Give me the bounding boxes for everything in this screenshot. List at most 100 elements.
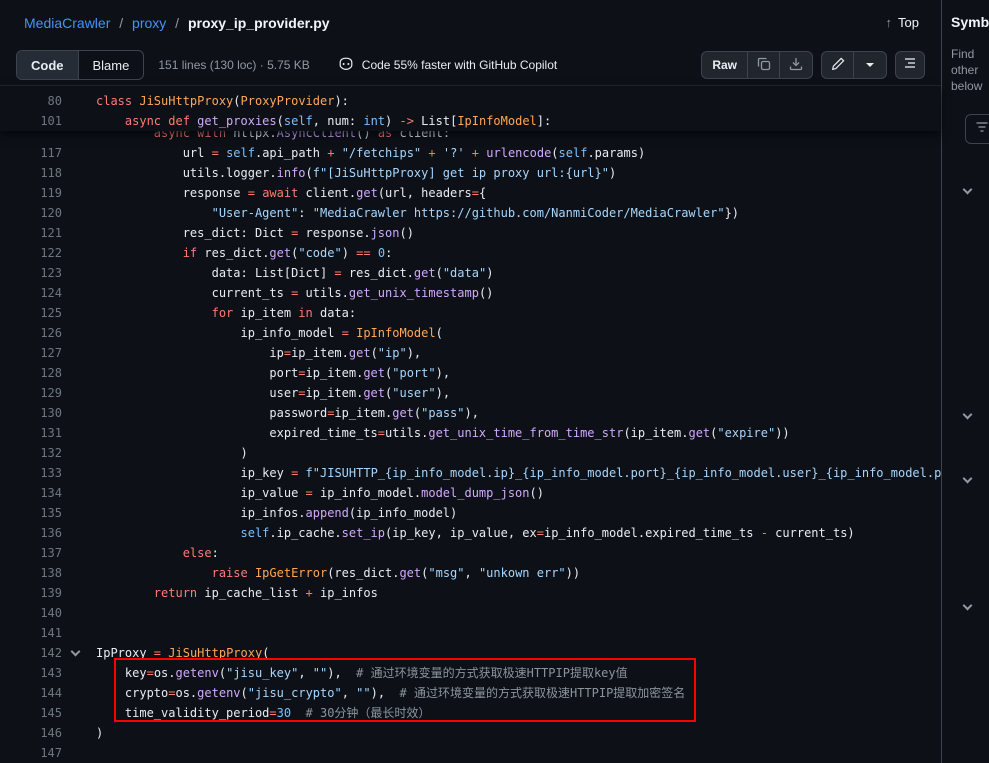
line-number[interactable] [0,131,62,143]
line-number[interactable]: 146 [0,723,62,743]
line-number[interactable]: 124 [0,283,62,303]
tab-blame[interactable]: Blame [79,51,144,79]
line-number[interactable]: 137 [0,543,62,563]
code-text: async with httpx.AsyncClient() as client… [96,131,941,143]
fold-chevron-icon[interactable] [71,647,81,657]
line-number[interactable]: 131 [0,423,62,443]
line-number[interactable]: 140 [0,603,62,623]
line-number[interactable]: 80 [0,91,62,111]
code-line: 129 user=ip_item.get("user"), [0,383,941,403]
code-text [96,623,941,643]
line-number[interactable]: 127 [0,343,62,363]
symbols-filter-input[interactable] [965,114,989,144]
file-toolbar: Code Blame 151 lines (130 loc) · 5.75 KB… [0,45,941,86]
code-line: 138 raise IpGetError(res_dict.get("msg",… [0,563,941,583]
breadcrumb-repo-link[interactable]: MediaCrawler [24,15,110,31]
code-line: 130 password=ip_item.get("pass"), [0,403,941,423]
code-text: ) [96,723,941,743]
fold-gutter [62,243,96,263]
breadcrumb-folder-link[interactable]: proxy [132,15,166,31]
line-number[interactable]: 120 [0,203,62,223]
symbols-panel-toggle[interactable] [895,51,925,79]
line-number[interactable]: 101 [0,111,62,131]
line-number[interactable]: 128 [0,363,62,383]
edit-options-dropdown[interactable] [854,52,886,78]
line-number[interactable]: 138 [0,563,62,583]
symbols-panel: Symbols Find other below [943,0,989,763]
line-number[interactable]: 136 [0,523,62,543]
code-line: 128 port=ip_item.get("port"), [0,363,941,383]
line-number[interactable]: 143 [0,663,62,683]
code-text: "User-Agent": "MediaCrawler https://gith… [96,203,941,223]
line-number[interactable]: 118 [0,163,62,183]
symbols-panel-title: Symbols [951,14,989,30]
line-number[interactable]: 144 [0,683,62,703]
code-text: return ip_cache_list + ip_infos [96,583,941,603]
fold-gutter [62,443,96,463]
fold-gutter [62,603,96,623]
code-text: for ip_item in data: [96,303,941,323]
raw-button[interactable]: Raw [702,52,748,78]
fold-gutter [62,583,96,603]
download-raw-button[interactable] [780,52,812,78]
tab-code[interactable]: Code [17,51,79,79]
line-number[interactable]: 139 [0,583,62,603]
line-number[interactable]: 129 [0,383,62,403]
toolbar-actions: Raw [701,51,925,79]
fold-gutter [62,563,96,583]
symbol-expand-chevron-icon[interactable] [963,410,973,420]
line-number[interactable]: 134 [0,483,62,503]
line-number[interactable]: 122 [0,243,62,263]
code-line: 135 ip_infos.append(ip_info_model) [0,503,941,523]
line-number[interactable]: 132 [0,443,62,463]
code-line: 126 ip_info_model = IpInfoModel( [0,323,941,343]
code-view: 80 class JiSuHttpProxy(ProxyProvider): 101… [0,86,941,763]
fold-gutter [62,263,96,283]
code-line: 122 if res_dict.get("code") == 0: [0,243,941,263]
line-number[interactable]: 126 [0,323,62,343]
code-text: ip_infos.append(ip_info_model) [96,503,941,523]
code-line: 141 [0,623,941,643]
back-to-top-button[interactable]: ↑ Top [886,15,919,30]
code-line: 133 ip_key = f"JISUHTTP_{ip_info_model.i… [0,463,941,483]
code-text: ip_info_model = IpInfoModel( [96,323,941,343]
fold-gutter [62,323,96,343]
line-number[interactable]: 145 [0,703,62,723]
fold-gutter [62,403,96,423]
copilot-icon [338,56,354,75]
line-number[interactable]: 117 [0,143,62,163]
code-text [96,743,941,763]
line-number[interactable]: 135 [0,503,62,523]
symbol-expand-chevron-icon[interactable] [963,474,973,484]
line-number[interactable]: 130 [0,403,62,423]
fold-gutter [62,683,96,703]
code-text: if res_dict.get("code") == 0: [96,243,941,263]
edit-file-button[interactable] [822,52,854,78]
edit-button-group [821,51,887,79]
fold-gutter [62,723,96,743]
breadcrumb-separator: / [119,15,123,31]
download-icon [788,56,804,75]
filter-icon [974,119,989,140]
symbol-expand-chevron-icon[interactable] [963,601,973,611]
fold-gutter [62,363,96,383]
symbol-expand-chevron-icon[interactable] [963,185,973,195]
code-text: class JiSuHttpProxy(ProxyProvider): [96,91,941,111]
line-number[interactable]: 123 [0,263,62,283]
line-number[interactable]: 147 [0,743,62,763]
copy-raw-button[interactable] [748,52,780,78]
line-number[interactable]: 133 [0,463,62,483]
code-line: 120 "User-Agent": "MediaCrawler https://… [0,203,941,223]
code-line: 124 current_ts = utils.get_unix_timestam… [0,283,941,303]
fold-gutter [62,543,96,563]
line-number[interactable]: 141 [0,623,62,643]
line-number[interactable]: 121 [0,223,62,243]
code-text: res_dict: Dict = response.json() [96,223,941,243]
code-text: ip_value = ip_info_model.model_dump_json… [96,483,941,503]
fold-gutter [62,111,96,131]
line-number[interactable]: 142 [0,643,62,663]
line-number[interactable]: 119 [0,183,62,203]
code-line: 147 [0,743,941,763]
line-number[interactable]: 125 [0,303,62,323]
fold-gutter [62,503,96,523]
